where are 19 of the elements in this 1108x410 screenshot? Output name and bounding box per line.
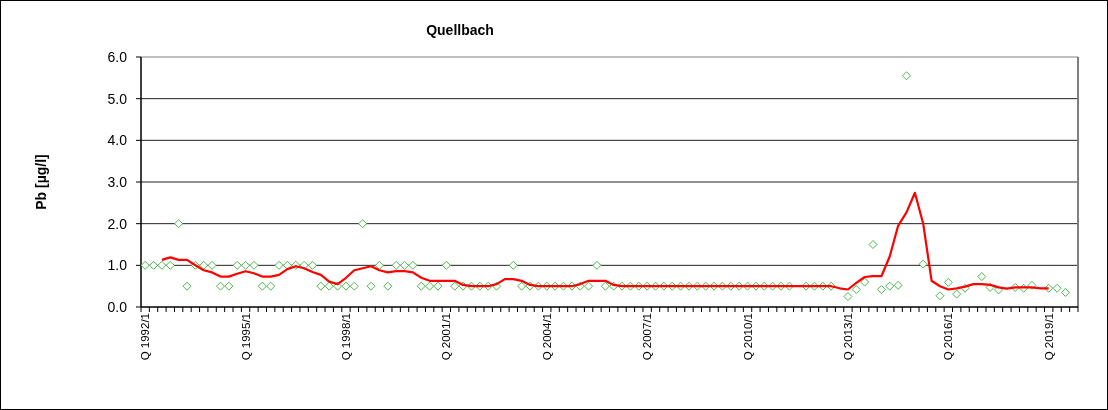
x-tick-label: Q 2019/1	[1042, 313, 1055, 361]
x-tick-label: Q 2001/1	[440, 313, 453, 361]
x-tick-label: Q 1992/1	[139, 313, 152, 361]
y-tick-label: 6.0	[107, 49, 127, 65]
x-tick-label: Q 2013/1	[841, 313, 854, 361]
x-tick-label: Q 2016/1	[942, 313, 955, 361]
x-tick-label: Q 2010/1	[741, 313, 754, 361]
x-tick-label: Q 2007/1	[641, 313, 654, 361]
y-tick-label: 5.0	[107, 90, 127, 107]
y-tick-label: 3.0	[107, 174, 127, 190]
x-tick-label: Q 1995/1	[239, 313, 252, 361]
x-tick-label: Q 1998/1	[339, 313, 352, 361]
y-tick-label: 1.0	[107, 257, 127, 274]
y-tick-label: 4.0	[107, 132, 127, 149]
chart-title: Quellbach	[426, 22, 494, 38]
y-axis-title: Pb [µg/l]	[33, 154, 49, 210]
x-tick-label: Q 2004/1	[540, 313, 553, 361]
y-tick-label: 2.0	[107, 215, 127, 232]
y-tick-label: 0.0	[107, 299, 127, 315]
